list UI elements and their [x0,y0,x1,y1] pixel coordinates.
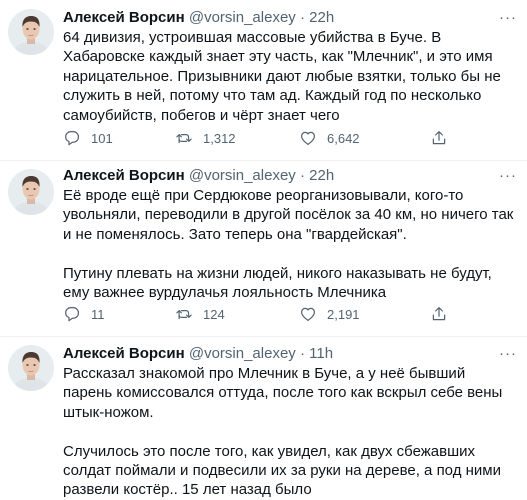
separator-dot: · [299,9,305,26]
tweet-header: Алексей Ворсин @vorsin_alexey · 22h [63,9,334,27]
author-handle[interactable]: @vorsin_alexey [189,167,296,184]
reply-icon [65,307,80,322]
tweet-time[interactable]: 22h [309,167,334,184]
author-name[interactable]: Алексей Ворсин [63,9,185,26]
tweet-time[interactable]: 22h [309,9,334,26]
retweet-button[interactable]: 124 [175,304,225,324]
tweet-paragraph: Рассказал знакомой про Млечник в Буче, а… [63,365,503,421]
retweet-icon [176,310,192,320]
reply-button[interactable]: 101 [63,128,113,148]
author-name[interactable]: Алексей Ворсин [63,345,185,362]
avatar[interactable] [8,9,54,55]
author-handle[interactable]: @vorsin_alexey [189,9,296,26]
heart-icon [301,307,315,321]
like-button[interactable]: 2,191 [299,304,360,324]
like-button[interactable]: 6,642 [299,128,360,148]
reply-icon [65,131,80,146]
reply-count: 101 [91,130,113,146]
separator-dot: · [299,345,305,362]
more-options-icon[interactable]: ··· [499,9,517,27]
heart-icon [301,131,315,145]
tweet-text: Рассказал знакомой про Млечник в Буче, а… [63,364,518,500]
share-icon [432,131,446,145]
tweet-paragraph: Путину плевать на жизни людей, никого на… [63,264,492,302]
tweet-time[interactable]: 11h [309,345,333,362]
retweet-icon [176,134,192,144]
tweet[interactable]: Алексей Ворсин @vorsin_alexey · 22h ··· … [0,160,527,337]
tweet[interactable]: Алексей Ворсин @vorsin_alexey · 22h ··· … [0,0,527,161]
retweet-button[interactable]: 1,312 [175,128,236,148]
avatar[interactable] [8,345,54,391]
like-count: 2,191 [327,306,360,322]
tweet-paragraph: Случилось это после того, как увидел, ка… [63,442,501,499]
tweet-header: Алексей Ворсин @vorsin_alexey · 11h [63,345,333,363]
more-options-icon[interactable]: ··· [499,345,517,363]
author-handle[interactable]: @vorsin_alexey [189,345,296,362]
tweet[interactable]: Алексей Ворсин @vorsin_alexey · 11h ··· … [0,336,527,498]
tweet-text: Её вроде ещё при Сердюкове реорганизовыв… [63,186,518,302]
share-icon [432,307,446,321]
retweet-count: 1,312 [203,130,236,146]
tweet-paragraph: 64 дивизия, устроившая массовые убийства… [63,29,501,124]
reply-button[interactable]: 11 [63,304,105,324]
share-button[interactable] [430,304,448,324]
more-options-icon[interactable]: ··· [499,167,517,185]
tweet-paragraph: Её вроде ещё при Сердюкове реорганизовыв… [63,187,514,243]
avatar[interactable] [8,169,54,215]
share-button[interactable] [430,128,448,148]
like-count: 6,642 [327,130,360,146]
tweet-text: 64 дивизия, устроившая массовые убийства… [63,28,518,125]
separator-dot: · [299,167,305,184]
retweet-count: 124 [203,306,225,322]
author-name[interactable]: Алексей Ворсин [63,167,185,184]
tweet-header: Алексей Ворсин @vorsin_alexey · 22h [63,167,334,185]
reply-count: 11 [91,306,105,322]
